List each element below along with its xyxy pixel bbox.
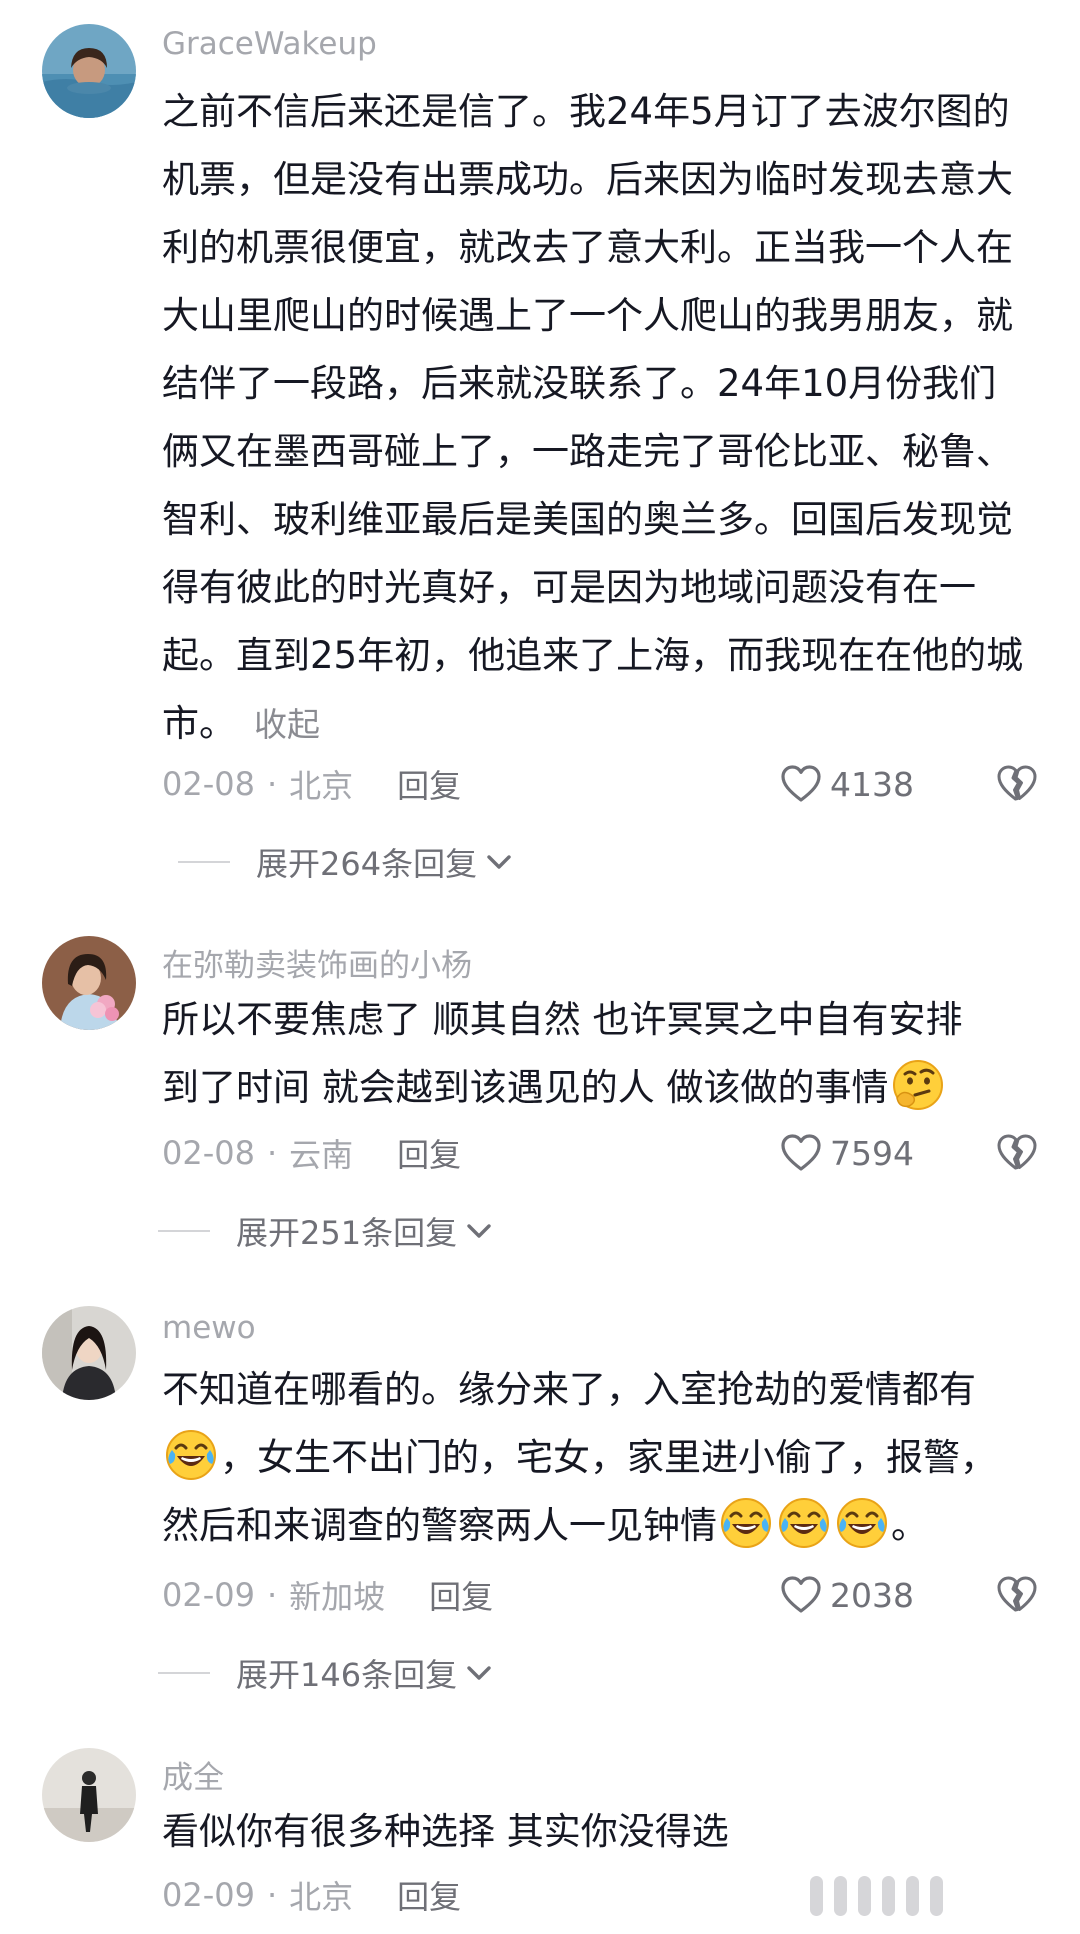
avatar[interactable] [42,24,136,118]
divider-line [178,861,230,863]
indicator-bar [930,1876,943,1916]
comment-date: 02-08 [162,1134,255,1172]
comment-text-line: 到了时间 就会越到该遇见的人 做该做的事情 [162,1066,889,1109]
comment-text-end: 。 [891,1504,928,1547]
comment-text: 所以不要焦虑了 顺其自然 也许冥冥之中自有安排 到了时间 就会越到该遇见的人 做… [162,986,1032,1122]
expand-replies-button[interactable]: 展开251条回复 [158,1208,493,1254]
like-count: 2038 [830,1575,914,1615]
username[interactable]: GraceWakeup [162,26,377,62]
username[interactable]: mewo [162,1310,256,1346]
collapse-link[interactable]: 收起 [254,705,320,744]
expand-replies-label: 展开251条回复 [236,1214,458,1252]
like-button[interactable]: 7594 [780,1128,914,1178]
avatar[interactable] [42,1306,136,1400]
like-button[interactable]: 2038 [780,1570,914,1620]
like-button[interactable]: 4138 [780,759,914,809]
heart-outline-icon [780,1575,822,1615]
heart-outline-icon [780,764,822,804]
chevron-down-icon [465,1663,493,1683]
comment-text-line: 不知道在哪看的。缘分来了，入室抢劫的爱情都有 [162,1368,976,1411]
meta-separator: · [266,1134,278,1172]
home-indicator [810,1876,943,1916]
reply-button[interactable]: 回复 [397,1872,461,1918]
expand-replies-button[interactable]: 展开264条回复 [178,839,513,885]
divider-line [158,1672,210,1674]
chevron-down-icon [485,852,513,872]
expand-replies-label: 展开146条回复 [236,1656,458,1694]
comment-text-line: 然后和来调查的警察两人一见钟情 [162,1504,717,1547]
reply-button[interactable]: 回复 [429,1572,493,1618]
comment-text-line: 所以不要焦虑了 顺其自然 也许冥冥之中自有安排 [162,998,963,1041]
comment-text-line: ，女生不出门的，宅女，家里进小偷了，报警， [220,1436,997,1479]
comment-location: 北京 [289,1878,354,1916]
broken-heart-icon[interactable] [996,763,1038,805]
expand-replies-button[interactable]: 展开146条回复 [158,1650,493,1696]
comment-date: 02-09 [162,1876,255,1914]
comment-meta: 02-08 · 云南 回复 [162,1128,461,1178]
indicator-bar [882,1876,895,1916]
meta-separator: · [266,765,278,803]
indicator-bar [834,1876,847,1916]
indicator-bar [858,1876,871,1916]
broken-heart-icon[interactable] [996,1574,1038,1616]
comment-date: 02-09 [162,1576,255,1614]
comment-location: 北京 [289,767,354,805]
meta-separator: · [266,1576,278,1614]
reply-button[interactable]: 回复 [397,761,461,807]
comment-text: 看似你有很多种选择 其实你没得选 [162,1798,1032,1866]
indicator-bar [810,1876,823,1916]
laugh-cry-face-icon [164,1428,218,1482]
meta-separator: · [266,1876,278,1914]
comment-meta: 02-09 · 北京 回复 [162,1870,461,1920]
comment-location: 新加坡 [289,1578,386,1616]
comment-meta: 02-09 · 新加坡 回复 [162,1570,493,1620]
expand-replies-label: 展开264条回复 [256,845,478,883]
laugh-cry-face-icon [835,1496,889,1550]
avatar[interactable] [42,936,136,1030]
comment-text-content: 之前不信后来还是信了。我24年5月订了去波尔图的机票，但是没有出票成功。后来因为… [162,90,1024,745]
heart-outline-icon [780,1133,822,1173]
comment-text-content: 看似你有很多种选择 其实你没得选 [162,1810,729,1853]
username[interactable]: 成全 [162,1752,224,1797]
like-count: 7594 [830,1133,914,1173]
comment-text: 不知道在哪看的。缘分来了，入室抢劫的爱情都有 ，女生不出门的，宅女，家里进小偷了… [162,1356,1032,1560]
comment-location: 云南 [289,1136,354,1174]
broken-heart-icon[interactable] [996,1132,1038,1174]
avatar[interactable] [42,1748,136,1842]
divider-line [158,1230,210,1232]
indicator-bar [906,1876,919,1916]
chevron-down-icon [465,1221,493,1241]
comment-date: 02-08 [162,765,255,803]
comment-meta: 02-08 · 北京 回复 [162,759,461,809]
reply-button[interactable]: 回复 [397,1130,461,1176]
thinking-face-icon [891,1058,945,1112]
like-count: 4138 [830,764,914,804]
username[interactable]: 在弥勒卖装饰画的小杨 [162,940,472,985]
laugh-cry-face-icon [719,1496,773,1550]
laugh-cry-face-icon [777,1496,831,1550]
comment-text: 之前不信后来还是信了。我24年5月订了去波尔图的机票，但是没有出票成功。后来因为… [162,78,1032,759]
